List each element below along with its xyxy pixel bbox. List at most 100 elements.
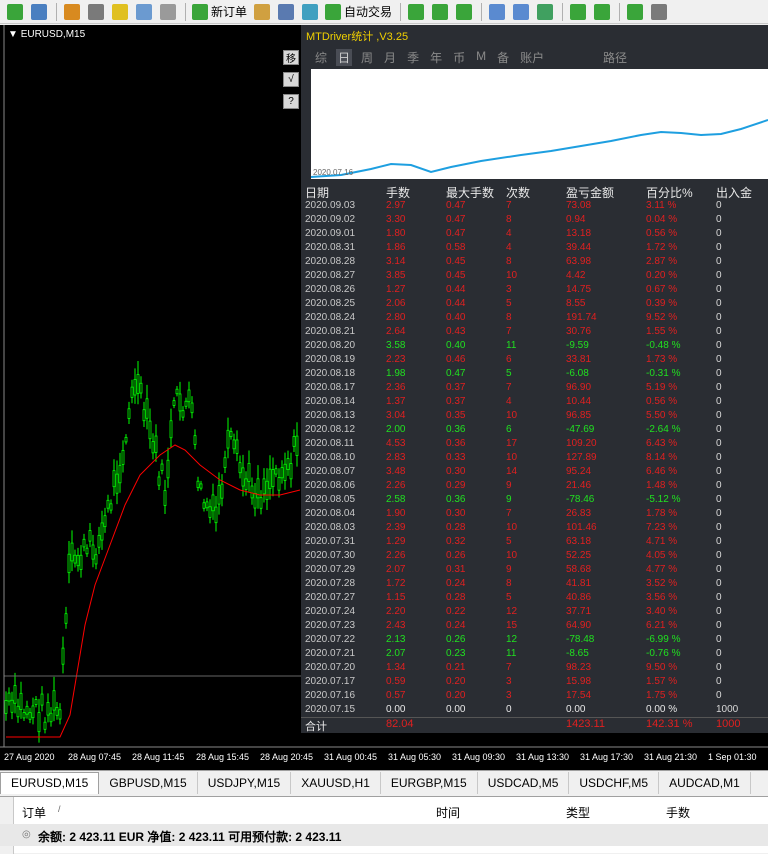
candle-body [250,485,254,499]
table-cell: 2020.09.03 [305,200,356,211]
table-cell: 1.27 [386,284,406,295]
symbol-tab[interactable]: GBPUSD,M15 [99,771,198,794]
panel-tab[interactable]: 季 [405,49,421,66]
indicators-button[interactable] [624,2,646,22]
confirm-button[interactable]: √ [283,72,299,87]
symbol-tab[interactable]: USDCAD,M5 [478,771,570,794]
candle-body [160,463,164,472]
symbol-tab[interactable]: AUDCAD,M1 [659,771,751,794]
table-row: 2020.07.24 2.20 0.22 12 37.71 3.40 % 0 [301,605,768,619]
panel-tab[interactable]: 账户 [518,49,546,66]
tile-windows-button[interactable] [534,2,556,22]
table-cell: 1.15 [386,592,406,603]
panel-tab[interactable]: 币 [451,49,467,66]
zoom-out-button[interactable] [510,2,532,22]
signals-button[interactable] [299,2,321,22]
table-cell: 17 [506,438,518,449]
table-cell: 0 [716,326,722,337]
total-lots: 82.04 [386,718,414,730]
table-row: 2020.08.13 3.04 0.35 10 96.85 5.50 % 0 [301,409,768,423]
table-row: 2020.08.07 3.48 0.30 14 95.24 6.46 % 0 [301,465,768,479]
chart-shift-button[interactable] [567,2,589,22]
table-cell: 0 [716,620,722,631]
lots-column-header[interactable]: 手数 [666,804,690,821]
table-cell: -47.69 [566,424,595,435]
candle-body [40,693,44,706]
symbol-tab[interactable]: EURGBP,M15 [381,771,478,794]
table-cell: 3.11 % [646,200,677,211]
new-order-button[interactable]: 新订单 [190,2,249,22]
help-button[interactable]: ? [283,94,299,109]
balance-row[interactable]: ◎ 余额: 2 423.11 EUR 净值: 2 423.11 可用预付款: 2… [0,824,768,846]
table-cell: 10 [506,522,518,533]
new-chart-button[interactable] [4,2,26,22]
candle-body [214,506,218,524]
candle-body [13,685,17,704]
table-cell: 3.14 [386,256,406,267]
tab-route[interactable]: 路径 [603,49,627,66]
move-label: 移 [286,54,296,65]
table-cell: 0 [716,452,722,463]
candlestick-button[interactable] [429,2,451,22]
symbol-tab[interactable]: XAUUSD,H1 [291,771,381,794]
table-cell: 0 [716,298,722,309]
table-cell: 2020.08.21 [305,326,356,337]
autoscroll-button[interactable] [591,2,613,22]
table-cell: 1.78 % [646,508,678,519]
table-row: 2020.08.10 2.83 0.33 10 127.89 8.14 % 0 [301,451,768,465]
market-watch-button[interactable] [61,2,83,22]
auto-trading-button[interactable]: 自动交易 [323,2,394,22]
periods-button[interactable] [648,2,670,22]
panel-tab[interactable]: 年 [428,49,444,66]
order-column-header[interactable]: 订单 [22,804,46,821]
table-row: 2020.07.23 2.43 0.24 15 64.90 6.21 % 0 [301,619,768,633]
table-cell: 127.89 [566,452,597,463]
total-label: 合计 [305,721,327,733]
table-cell: 0 [716,480,722,491]
time-column-header[interactable]: 时间 [436,804,460,821]
symbol-tab[interactable]: USDJPY,M15 [198,771,292,794]
table-row: 2020.08.28 3.14 0.45 8 63.98 2.87 % 0 [301,255,768,269]
candle-body [79,554,83,570]
table-cell: 0.35 [446,410,466,421]
bar-chart-button[interactable] [405,2,427,22]
table-cell: 0 [716,564,722,575]
table-cell: 1.73 % [646,354,678,365]
panel-tab[interactable]: 周 [359,49,375,66]
terminal-button[interactable] [133,2,155,22]
symbol-tab[interactable]: USDCHF,M5 [569,771,660,794]
navigator-button[interactable] [85,2,107,22]
metaeditor-button[interactable] [251,2,273,22]
data-window-button[interactable] [109,2,131,22]
strategy-tester-button[interactable] [157,2,179,22]
panel-tab[interactable]: M [474,49,488,66]
table-cell: 2020.09.01 [305,228,356,239]
zoom-in-button[interactable] [486,2,508,22]
move-button[interactable]: 移 [283,50,299,65]
table-cell: 0 [716,466,722,477]
type-column-header[interactable]: 类型 [566,804,590,821]
candle-body [232,439,236,450]
panel-tab[interactable]: 月 [382,49,398,66]
panel-tabs: 综日周月季年币 M 备账户 [313,49,553,66]
line-chart-button[interactable] [453,2,475,22]
table-cell: 30.76 [566,326,592,337]
profiles-button[interactable] [28,2,50,22]
table-cell: 2020.07.22 [305,634,356,645]
candle-body [4,700,8,714]
options-button[interactable] [275,2,297,22]
panel-tab[interactable]: 综 [313,49,329,66]
panel-tab[interactable]: 备 [495,49,511,66]
auto-trading-icon [325,3,342,20]
time-axis-label: 31 Aug 09:30 [452,752,506,762]
table-cell: 0.58 [446,242,466,253]
chart-window[interactable]: ▼ EURUSD,M15 移 √ ? MTDriver统计 ,V3.25 综日周… [0,25,768,770]
table-cell: 58.68 [566,564,592,575]
table-cell: 8 [506,214,512,225]
symbol-tab[interactable]: EURUSD,M15 [0,771,100,794]
candle-body [109,503,113,511]
table-cell: 0 [716,690,722,701]
panel-tab[interactable]: 日 [336,49,353,66]
table-cell: 96.90 [566,382,592,393]
table-row: 2020.08.06 2.26 0.29 9 21.46 1.48 % 0 [301,479,768,493]
